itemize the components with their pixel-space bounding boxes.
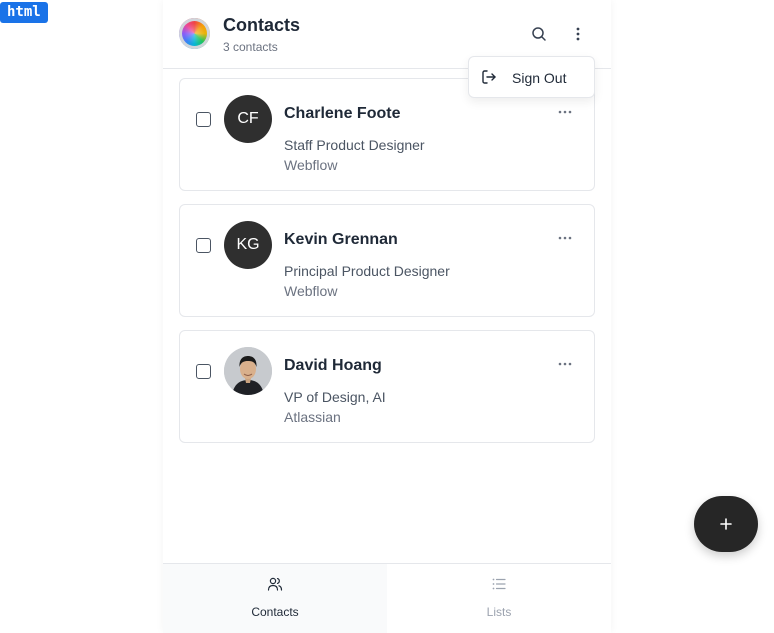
contact-checkbox[interactable] [196,112,211,127]
avatar-photo [224,347,272,395]
person-photo [224,347,272,395]
app-logo [179,18,210,49]
more-horizontal-icon [558,362,572,366]
list-icon [492,578,506,590]
users-icon [267,577,283,591]
contact-company: Webflow [284,157,338,173]
contact-role: VP of Design, AI [284,389,386,405]
contact-checkbox[interactable] [196,238,211,253]
avatar: KG [224,221,272,269]
sign-out-label: Sign Out [512,70,567,86]
contact-role: Principal Product Designer [284,263,450,279]
contact-role: Staff Product Designer [284,137,425,153]
contact-card[interactable]: David Hoang VP of Design, AI Atlassian [179,330,595,443]
contact-card[interactable]: KG Kevin Grennan Principal Product Desig… [179,204,595,317]
plus-icon [720,518,732,530]
html-badge: html [0,2,48,23]
avatar: CF [224,95,272,143]
more-horizontal-icon [558,236,572,240]
contact-company: Atlassian [284,409,341,425]
sign-out-menu-item[interactable]: Sign Out [469,57,594,97]
tab-lists[interactable]: Lists [387,564,611,633]
search-icon [532,27,546,41]
contacts-count: 3 contacts [223,40,278,54]
contact-checkbox[interactable] [196,364,211,379]
contact-company: Webflow [284,283,338,299]
bottom-nav: Contacts Lists [163,563,611,633]
contact-options-button[interactable] [554,105,576,119]
search-button[interactable] [527,22,551,46]
contact-name: Kevin Grennan [284,231,398,248]
overflow-menu: Sign Out [468,56,595,98]
add-contact-button[interactable] [694,496,758,552]
contact-name: Charlene Foote [284,105,401,122]
contact-options-button[interactable] [554,231,576,245]
tab-contacts[interactable]: Contacts [163,564,387,633]
contact-options-button[interactable] [554,357,576,371]
contacts-app: Contacts 3 contacts Sign Out CF Charlene… [163,0,611,633]
more-horizontal-icon [558,110,572,114]
more-vertical-icon [576,27,580,41]
contact-name: David Hoang [284,357,382,374]
tab-lists-label: Lists [486,605,512,619]
tab-contacts-label: Contacts [251,605,299,619]
more-menu-button[interactable] [566,22,590,46]
sign-out-icon [482,70,496,84]
page-title: Contacts [223,15,301,35]
